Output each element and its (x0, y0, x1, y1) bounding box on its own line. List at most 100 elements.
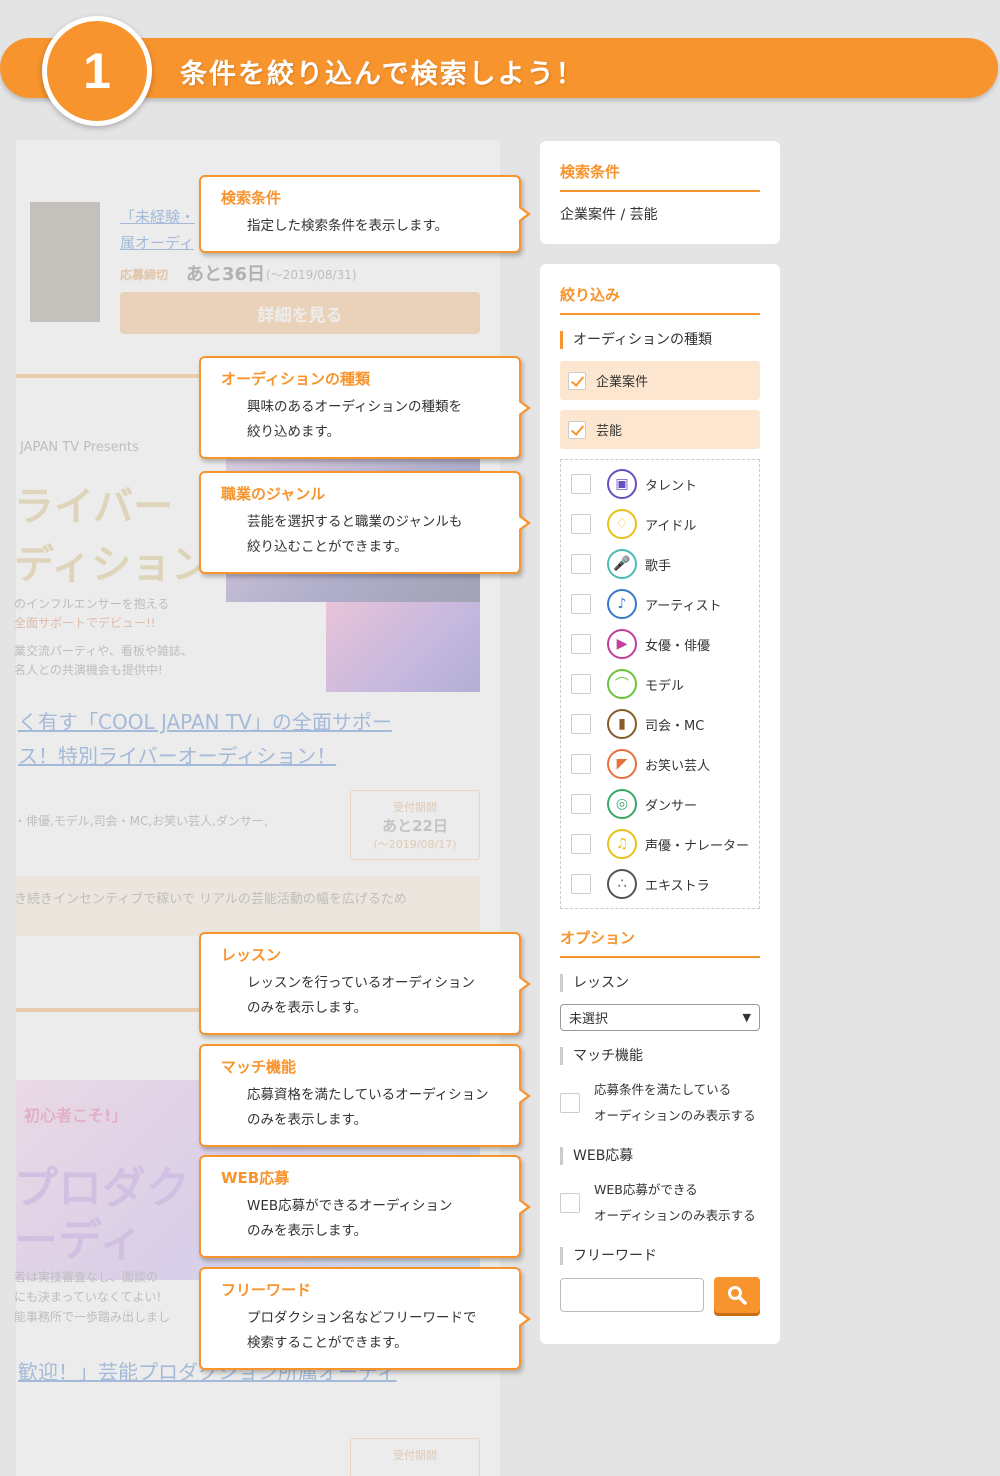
genre-label: エキストラ (645, 878, 710, 894)
genre-label: 女優・俳優 (645, 638, 711, 654)
match-label-2: オーディションのみ表示する (594, 1108, 756, 1123)
callout-desc: 芸能を選択すると職業のジャンルも 絞り込むことができます。 (247, 514, 463, 555)
genre-label: アイドル (645, 518, 697, 534)
callout-lesson: レッスン レッスンを行っているオーディション のみを表示します。 (199, 932, 531, 1035)
deadline-value: あと36日 (186, 264, 266, 285)
genre-item[interactable]: ♪ アーティスト (571, 584, 749, 624)
type-corporate[interactable]: 企業案件 (560, 361, 760, 400)
callout-search-conditions: 検索条件 指定した検索条件を表示します。 (199, 175, 531, 253)
genre-item[interactable]: ▣ タレント (571, 464, 749, 504)
movie-camera-icon: ▶ (607, 629, 637, 659)
lesson-select[interactable]: 未選択 ▼ (560, 1004, 760, 1031)
freeword-heading: フリーワード (560, 1247, 760, 1265)
genre-item[interactable]: ∴ エキストラ (571, 864, 749, 904)
deadline-date: (〜2019/08/31) (266, 268, 357, 282)
small-2: にも決まっていなくてよい! (14, 1290, 162, 1304)
search-conditions-heading: 検索条件 (560, 161, 760, 192)
presents-text: JAPAN TV Presents (20, 440, 139, 455)
genre-item[interactable]: ⌒ モデル (571, 664, 749, 704)
callout-title: WEB応募 (221, 1169, 290, 1187)
promo-2: 全面サポートでデビュー!! (14, 616, 156, 630)
banner-big-1: ライバー (14, 484, 174, 530)
callout-title: フリーワード (221, 1281, 312, 1299)
genre-item[interactable]: ▶ 女優・俳優 (571, 624, 749, 664)
freeword-input[interactable] (560, 1278, 704, 1312)
genre-item[interactable]: 🎤 歌手 (571, 544, 749, 584)
callout-desc: プロダクション名などフリーワードで 検索することができます。 (247, 1310, 477, 1351)
genre-checkbox[interactable] (571, 754, 591, 774)
web-label-1: WEB応募ができる (594, 1182, 698, 1197)
id-card-icon: ▣ (607, 469, 637, 499)
lesson-select-value: 未選択 (569, 1012, 609, 1027)
high-heel-icon: ⌒ (607, 669, 637, 699)
match-checkbox[interactable] (560, 1093, 580, 1113)
genre-list: ▣ タレント ♢ アイドル 🎤 歌手 ♪ アーティスト ▶ 女優・俳優 ⌒ モデル ▮ 司会・MC ◤ お笑い… (560, 459, 760, 909)
promo-4: 名人との共演機会も提供中! (14, 663, 163, 677)
radio-icon: ◎ (607, 789, 637, 819)
genre-label: アーティスト (645, 598, 722, 614)
current-conditions: 企業案件 / 芸能 (560, 207, 658, 223)
listing-link-2: 属オーディ (120, 234, 194, 252)
callout-audition-type: オーディションの種類 興味のあるオーディションの種類を 絞り込めます。 (199, 356, 531, 459)
web-apply-heading: WEB応募 (560, 1147, 760, 1165)
freeword-row (560, 1277, 760, 1313)
step-title: 条件を絞り込んで検索しよう！ (180, 59, 585, 90)
deadline-label: 応募締切 (120, 268, 169, 282)
period-box: 受付期間 あと22日 (〜2019/08/17) (350, 790, 480, 860)
type-entertainment[interactable]: 芸能 (560, 410, 760, 449)
lesson-heading: レッスン (560, 974, 760, 992)
period-date: (〜2019/08/17) (373, 838, 457, 851)
audition-type-heading: オーディションの種類 (560, 331, 760, 349)
genre-checkbox[interactable] (571, 554, 591, 574)
callout-freeword: フリーワード プロダクション名などフリーワードで 検索することができます。 (199, 1267, 531, 1370)
search-button[interactable] (714, 1277, 760, 1313)
small-3: 能事務所で一歩踏み出しまし (14, 1310, 171, 1324)
genre-label: 声優・ナレーター (645, 838, 750, 854)
type-entertainment-checkbox[interactable] (568, 420, 586, 439)
search-icon (728, 1286, 747, 1305)
step-number-badge: 1 (42, 16, 152, 126)
banner-big-4: ーディ (14, 1215, 143, 1266)
callout-desc: 興味のあるオーディションの種類を 絞り込めます。 (247, 399, 463, 440)
podium-icon: ▮ (607, 709, 637, 739)
type-corporate-checkbox[interactable] (568, 371, 586, 390)
genre-label: モデル (645, 678, 685, 694)
genre-checkbox[interactable] (571, 474, 591, 494)
genre-item[interactable]: ♫ 声優・ナレーター (571, 824, 749, 864)
people-icon: ∴ (607, 869, 637, 899)
fan-icon: ◤ (607, 749, 637, 779)
genre-checkbox[interactable] (571, 874, 591, 894)
beginner-text: 初心者こそ!」 (24, 1106, 128, 1125)
genre-label: ダンサー (645, 798, 698, 814)
match-option[interactable]: 応募条件を満たしている オーディションのみ表示する (560, 1077, 760, 1129)
type-label: 企業案件 (596, 375, 649, 390)
genre-checkbox[interactable] (571, 514, 591, 534)
callout-desc: 応募資格を満たしているオーディション のみを表示します。 (247, 1087, 489, 1128)
web-label-2: オーディションのみ表示する (594, 1208, 756, 1223)
callout-desc: レッスンを行っているオーディション のみを表示します。 (247, 975, 475, 1016)
genre-checkbox[interactable] (571, 834, 591, 854)
genre-item[interactable]: ◤ お笑い芸人 (571, 744, 749, 784)
period-label: 受付期間 (393, 801, 437, 814)
genre-item[interactable]: ▮ 司会・MC (571, 704, 749, 744)
web-apply-checkbox[interactable] (560, 1193, 580, 1213)
genre-checkbox[interactable] (571, 794, 591, 814)
callout-title: 検索条件 (221, 189, 282, 207)
period-value: あと22日 (382, 817, 448, 835)
divider (16, 374, 206, 378)
genre-item[interactable]: ♢ アイドル (571, 504, 749, 544)
genre-label: タレント (645, 478, 698, 494)
detail-button: 詳細を見る (120, 292, 480, 334)
callout-desc: 指定した検索条件を表示します。 (247, 218, 449, 234)
genre-label: お笑い芸人 (645, 758, 711, 774)
genre-list: ・俳優,モデル,司会・MC,お笑い芸人,ダンサー, (14, 814, 268, 828)
divider-2 (16, 1008, 206, 1012)
genre-checkbox[interactable] (571, 674, 591, 694)
filter-panel: 絞り込み オーディションの種類 企業案件 芸能 ▣ タレント ♢ アイドル 🎤 歌手 ♪ アー… (540, 264, 780, 1344)
genre-item[interactable]: ◎ ダンサー (571, 784, 749, 824)
genre-checkbox[interactable] (571, 594, 591, 614)
genre-checkbox[interactable] (571, 634, 591, 654)
web-apply-option[interactable]: WEB応募ができる オーディションのみ表示する (560, 1177, 760, 1229)
genre-checkbox[interactable] (571, 714, 591, 734)
callout-title: マッチ機能 (221, 1058, 297, 1076)
